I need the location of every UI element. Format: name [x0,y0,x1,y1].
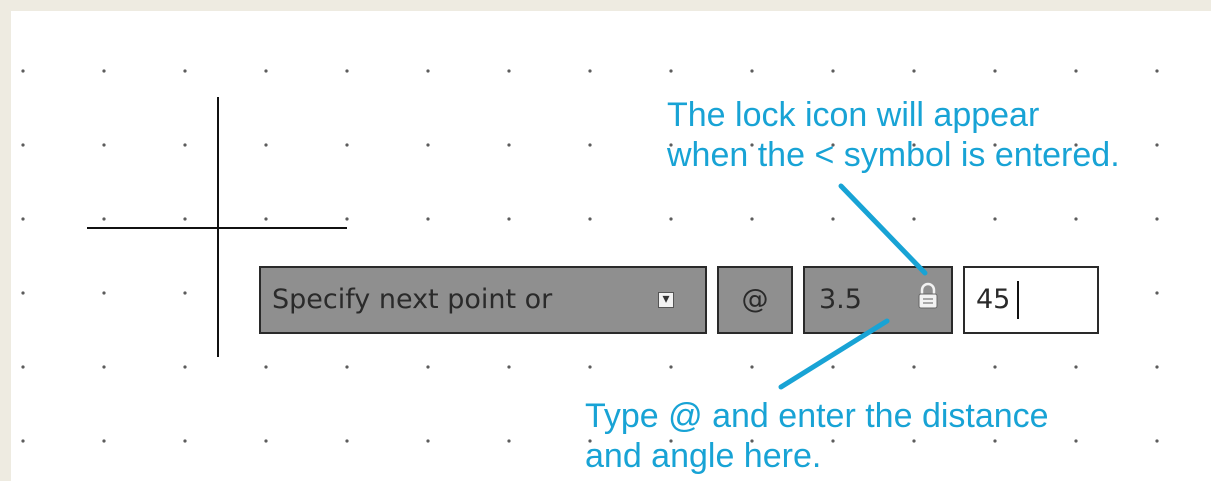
lock-annotation-line-2: when the < symbol is entered. [667,136,1120,174]
lock-annotation-line-1: The lock icon will appear [667,96,1040,134]
distance-angle-annotation: Type @ and enter the distance and angle … [585,396,1049,476]
input-callout-leader [778,318,890,390]
input-annotation-line-2: and angle here. [585,437,822,475]
lock-callout-leader [838,183,928,276]
input-annotation-line-1: Type @ and enter the distance [585,397,1049,435]
lock-icon-annotation: The lock icon will appear when the < sym… [667,95,1120,175]
drawing-area[interactable]: Specify next point or ▾ @ 3.5 45 The loc… [11,11,1211,481]
